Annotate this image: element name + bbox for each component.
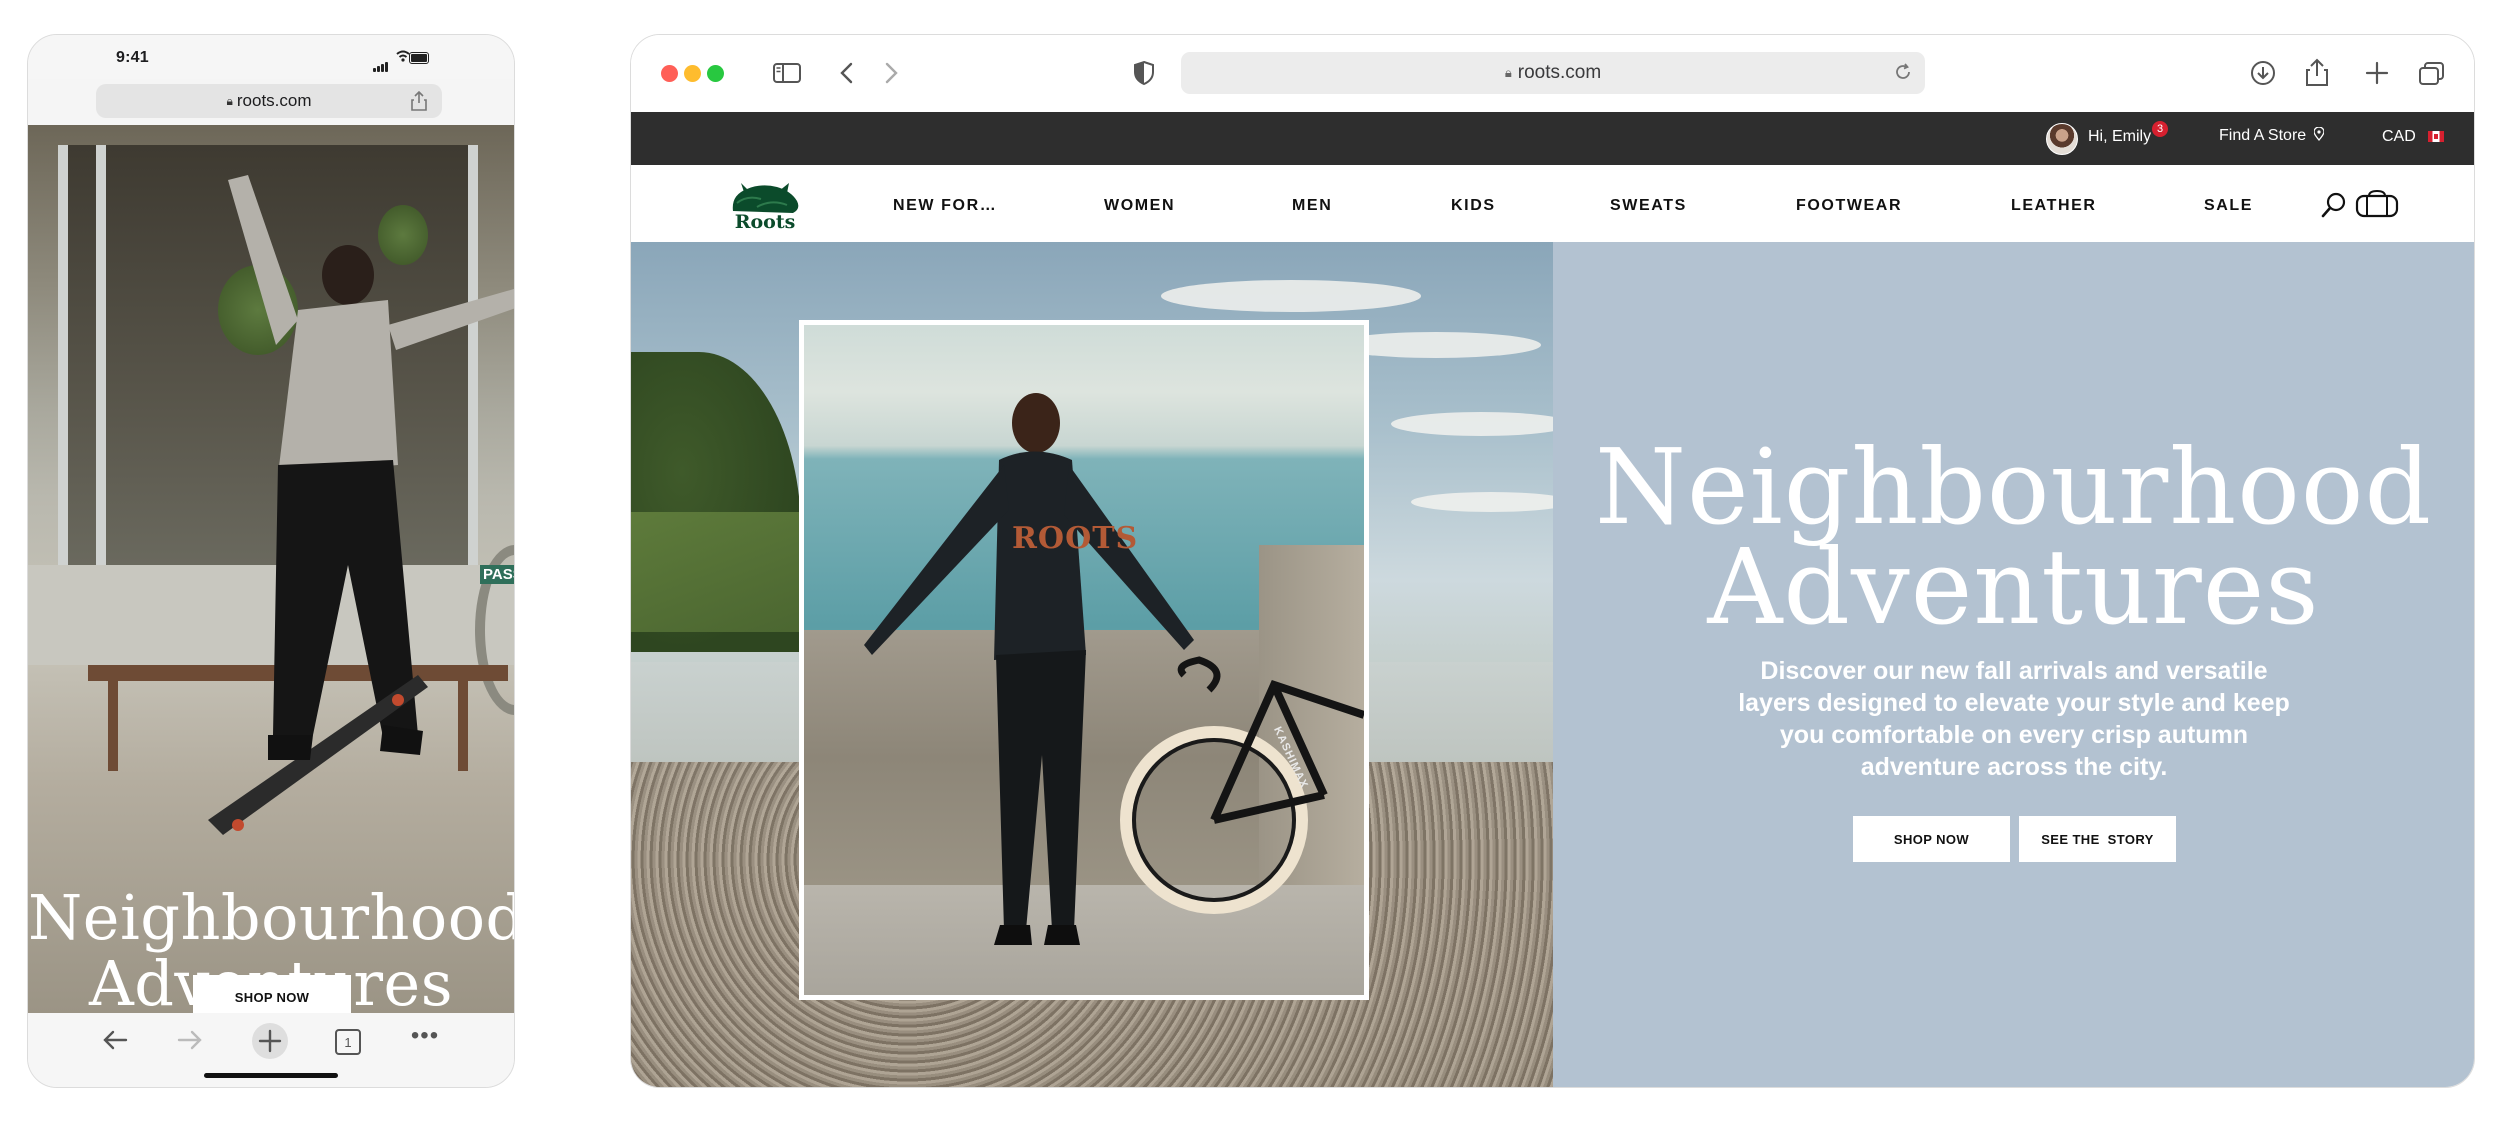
back-icon[interactable] [100, 1025, 130, 1055]
ellipsis-icon[interactable]: ••• [410, 1021, 440, 1051]
reload-icon[interactable] [1893, 62, 1913, 82]
address-bar-url: roots.com [1517, 62, 1602, 83]
account-greeting[interactable]: Hi, Emily [2088, 128, 2151, 146]
wifi-icon [396, 50, 410, 62]
roots-logo[interactable]: Roots [727, 181, 803, 233]
nav-sweats[interactable]: SWEATS [1610, 197, 1687, 215]
main-navigation: Roots NEW FOR… WOMEN MEN KIDS SWEATS FOO… [631, 165, 2474, 243]
plus-icon[interactable] [2363, 57, 2391, 89]
signal-icon [373, 54, 389, 72]
avatar[interactable] [2046, 123, 2078, 155]
see-the-story-button[interactable]: SEE THE STORY [2019, 816, 2176, 862]
hero-image: ROOTS KASHIMAX [631, 242, 1553, 1087]
minimize-window-button[interactable] [684, 65, 701, 82]
hero-title-line2: Adventures [1707, 526, 2320, 648]
mobile-hero-title-line1: Neighbourhood [28, 881, 514, 954]
zoom-window-button[interactable] [707, 65, 724, 82]
nav-sale[interactable]: SALE [2204, 197, 2253, 215]
nav-kids[interactable]: KIDS [1451, 197, 1496, 215]
nav-women[interactable]: WOMEN [1104, 197, 1175, 215]
lock-icon: 🔒︎ [226, 93, 233, 108]
home-indicator [204, 1073, 338, 1078]
hero-title-line1: Neighbourhood [1594, 426, 2433, 548]
nav-new-for[interactable]: NEW FOR… [893, 197, 997, 215]
skateboarder [208, 175, 514, 835]
model-photo: ROOTS KASHIMAX [804, 325, 1364, 995]
shirt-logo-text: ROOTS [1012, 521, 1139, 556]
mobile-address-bar[interactable]: 🔒︎ roots.com [96, 84, 442, 118]
mobile-device: 9:41 🔒︎ roots.com PASS [27, 34, 515, 1088]
hero-text-panel: Neighbourhood Adventures Discover our ne… [1553, 242, 2474, 1087]
share-icon[interactable] [410, 91, 428, 111]
currency-selector[interactable]: CAD [2382, 128, 2445, 146]
plus-icon [258, 1029, 282, 1053]
close-window-button[interactable] [661, 65, 678, 82]
utility-bar: Hi, Emily 3 Find A Store CAD [631, 112, 2474, 165]
beaver-logo-icon [732, 183, 799, 213]
tab-count: 1 [344, 1034, 352, 1050]
browser-toolbar: 🔒︎ roots.com [631, 35, 2474, 113]
hero-title: Neighbourhood Adventures [1553, 426, 2474, 648]
notification-badge: 3 [2152, 121, 2168, 137]
bag-icon[interactable] [2355, 190, 2399, 218]
nav-leather[interactable]: LEATHER [2011, 197, 2097, 215]
hero-subtitle: Discover our new fall arrivals and versa… [1738, 657, 2290, 781]
photo-frame: ROOTS KASHIMAX [799, 320, 1369, 1000]
forward-icon[interactable] [175, 1025, 205, 1055]
logo-text: Roots [734, 211, 796, 233]
tabs-button[interactable]: 1 [335, 1029, 361, 1055]
share-icon[interactable] [2303, 57, 2331, 89]
back-icon[interactable] [837, 57, 857, 89]
hero-banner: ROOTS KASHIMAX Neighbourhood Adventures … [631, 242, 2474, 1087]
currency-label: CAD [2382, 128, 2416, 145]
status-bar: 9:41 [28, 35, 514, 79]
download-icon[interactable] [2248, 57, 2278, 89]
forward-icon[interactable] [881, 57, 901, 89]
find-a-store-label: Find A Store [2219, 127, 2307, 144]
desktop-browser-window: 🔒︎ roots.com Hi, Emily 3 Find A Store CA… [630, 34, 2475, 1088]
mobile-url-text: roots.com [236, 91, 312, 110]
shield-icon[interactable] [1131, 57, 1157, 89]
address-bar[interactable]: 🔒︎ roots.com [1181, 52, 1925, 94]
lock-icon: 🔒︎ [1504, 65, 1512, 80]
mobile-hero: PASS Neighbourhood Adventures [28, 125, 514, 1013]
tabs-icon[interactable] [2417, 57, 2447, 89]
sidebar-icon[interactable] [772, 57, 802, 89]
roots-website: Hi, Emily 3 Find A Store CAD Roots NEW F… [631, 112, 2474, 1087]
shop-now-button[interactable]: SHOP NOW [1853, 816, 2010, 862]
model-with-bicycle [864, 393, 1364, 945]
find-a-store-link[interactable]: Find A Store [2219, 126, 2325, 145]
canada-flag-icon [2428, 131, 2445, 142]
battery-icon [409, 52, 429, 64]
search-icon[interactable] [2321, 192, 2347, 218]
pin-icon [2312, 126, 2325, 142]
nav-footwear[interactable]: FOOTWEAR [1796, 197, 1902, 215]
nav-men[interactable]: MEN [1292, 197, 1332, 215]
status-time: 9:41 [116, 49, 149, 66]
